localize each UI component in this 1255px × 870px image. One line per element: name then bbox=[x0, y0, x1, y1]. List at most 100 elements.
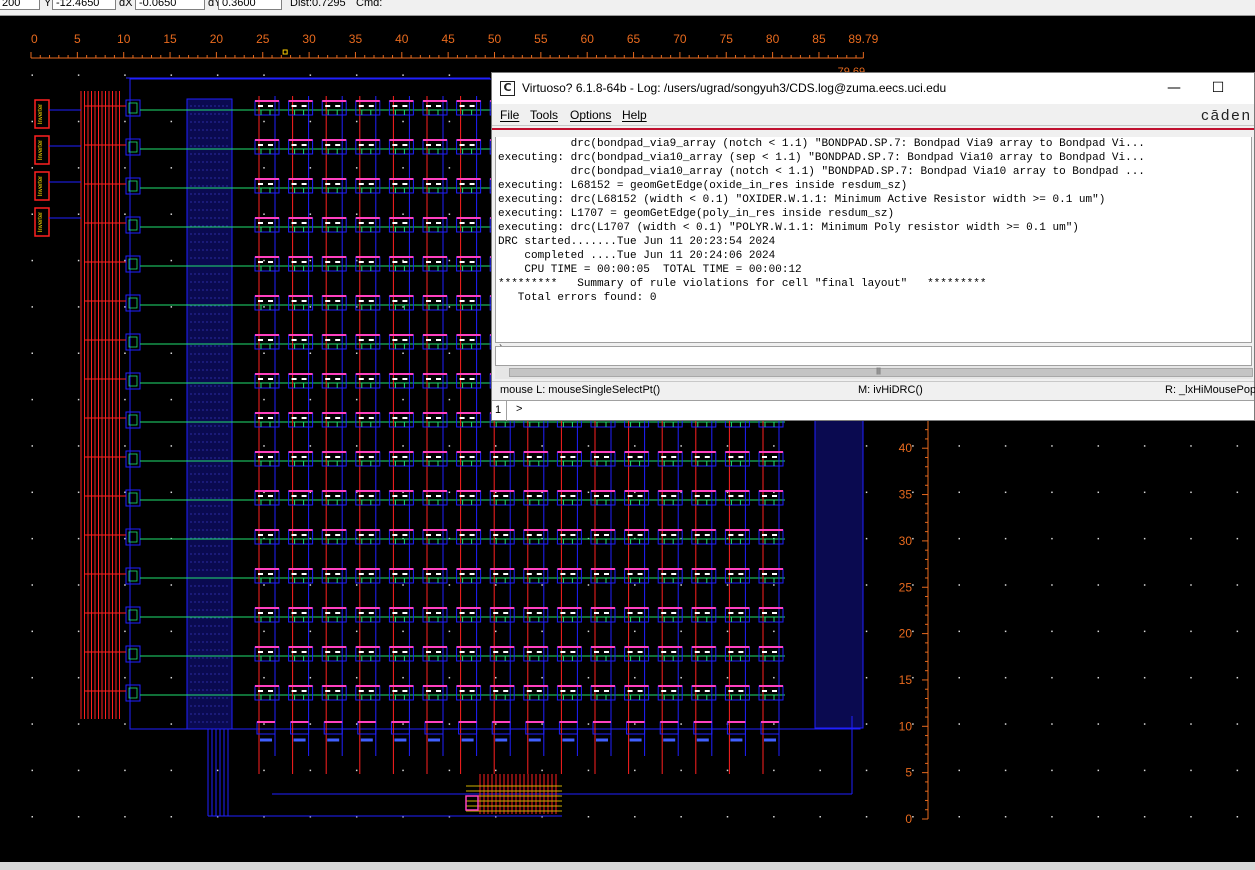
cell-contact bbox=[560, 534, 566, 536]
cell-contact bbox=[436, 261, 441, 263]
menu-file[interactable]: File bbox=[500, 108, 519, 122]
dx-label: dX bbox=[119, 0, 133, 9]
grid-dot bbox=[1051, 816, 1053, 818]
grid-dot bbox=[77, 491, 80, 494]
cell-contact bbox=[594, 534, 599, 536]
grid-dot bbox=[31, 259, 33, 262]
cell-contact bbox=[258, 183, 263, 185]
cell-contact bbox=[358, 183, 364, 185]
grid-dot bbox=[773, 630, 775, 633]
row-driver bbox=[125, 489, 141, 507]
maximize-button[interactable]: ☐ bbox=[1196, 73, 1240, 104]
log-output[interactable]: drc(bondpad_via9_array (notch < 1.1) "BO… bbox=[495, 137, 1252, 343]
log-line: Total errors found: 0 bbox=[498, 292, 657, 304]
row-driver bbox=[125, 255, 141, 273]
command-line[interactable]: 1 > bbox=[492, 400, 1254, 421]
grid-dot bbox=[402, 398, 404, 401]
cell-contact bbox=[291, 495, 297, 497]
grid-dot bbox=[309, 259, 312, 262]
cell-contact bbox=[459, 651, 465, 653]
cell-contact bbox=[459, 144, 465, 146]
cell-contact bbox=[436, 495, 441, 497]
cell-contact bbox=[268, 651, 273, 653]
menu-options[interactable]: Options bbox=[570, 108, 611, 122]
dy-field[interactable]: 0.3600 bbox=[218, 0, 282, 10]
ruler-y-label: 25 bbox=[899, 580, 913, 594]
cell-contact bbox=[459, 690, 465, 692]
cell-contact bbox=[358, 261, 364, 263]
cell-contact bbox=[738, 495, 744, 497]
cell-contact bbox=[358, 495, 364, 497]
log-line: DRC started.......Tue Jun 11 20:23:54 20… bbox=[498, 236, 776, 248]
grid-dot bbox=[355, 167, 358, 169]
minimize-button[interactable]: — bbox=[1152, 73, 1196, 104]
cell-contact bbox=[459, 573, 465, 575]
cell-contact bbox=[704, 495, 710, 497]
grid-dot bbox=[77, 213, 80, 215]
grid-dot bbox=[958, 630, 960, 633]
cell-contact bbox=[258, 456, 263, 458]
cell-contact bbox=[402, 261, 408, 263]
cell-contact bbox=[368, 183, 374, 185]
scrollbar-grip: ||||| bbox=[876, 368, 881, 375]
cell-contact bbox=[368, 690, 374, 692]
grid-dot bbox=[309, 676, 312, 679]
grid-dot bbox=[170, 74, 173, 76]
row-driver bbox=[125, 606, 141, 624]
scrollbar-thumb[interactable]: ||||| bbox=[509, 368, 1253, 377]
cell-contact bbox=[258, 690, 263, 692]
grid-dot bbox=[263, 676, 265, 679]
cell-contact bbox=[459, 300, 465, 302]
cell-contact bbox=[637, 573, 643, 575]
grid-dot bbox=[495, 769, 497, 772]
grid-dot bbox=[819, 816, 821, 818]
grid-dot bbox=[309, 630, 312, 633]
cell-contact bbox=[526, 495, 532, 497]
grid-dot bbox=[309, 352, 312, 354]
cell-contact bbox=[335, 339, 341, 341]
cell-contact bbox=[301, 261, 307, 263]
log-window-titlebar[interactable]: C Virtuoso? 6.1.8-64b - Log: /users/ugra… bbox=[492, 73, 1254, 104]
cell-contact bbox=[402, 495, 408, 497]
cell-contact bbox=[694, 690, 700, 692]
grid-dot bbox=[31, 167, 33, 169]
row-driver bbox=[125, 567, 141, 585]
cell-contact bbox=[426, 144, 431, 146]
grid-dot bbox=[634, 816, 636, 818]
cell-contact bbox=[392, 651, 398, 653]
log-line: drc(bondpad_via10_array (notch < 1.1) "B… bbox=[498, 166, 1145, 178]
cell-contact bbox=[503, 495, 509, 497]
grid-dot bbox=[31, 352, 33, 354]
cell-contact bbox=[392, 105, 398, 107]
cell-contact bbox=[392, 144, 398, 146]
grid-dot bbox=[31, 306, 33, 308]
cell-contact bbox=[661, 534, 667, 536]
grid-dot bbox=[634, 584, 636, 586]
cell-contact bbox=[258, 261, 263, 263]
grid-dot bbox=[1097, 445, 1100, 447]
dx-field[interactable]: -0.0650 bbox=[135, 0, 205, 10]
grid-dot bbox=[77, 445, 80, 447]
cell-contact bbox=[402, 690, 408, 692]
menu-tools[interactable]: Tools bbox=[530, 108, 558, 122]
cell-contact bbox=[301, 183, 307, 185]
cell-contact bbox=[335, 690, 341, 692]
y-coordinate-value: -12.4650 bbox=[56, 0, 100, 9]
grid-dot bbox=[1051, 491, 1053, 494]
command-input-area[interactable]: ` bbox=[495, 344, 1252, 366]
horizontal-scrollbar[interactable]: ||||| bbox=[495, 366, 1253, 379]
y-coordinate-field[interactable]: -12.4650 bbox=[52, 0, 116, 10]
cell-contact bbox=[426, 183, 431, 185]
cell-contact bbox=[402, 573, 408, 575]
cell-contact bbox=[325, 105, 331, 107]
grid-dot bbox=[263, 74, 265, 76]
cell-contact bbox=[738, 573, 744, 575]
cell-contact bbox=[436, 339, 441, 341]
x-coordinate-field[interactable]: 200 bbox=[0, 0, 40, 10]
menu-help[interactable]: Help bbox=[622, 108, 647, 122]
grid-dot bbox=[1236, 537, 1239, 540]
cell-contact bbox=[459, 261, 465, 263]
cell-contact bbox=[526, 690, 532, 692]
cell-contact bbox=[301, 651, 307, 653]
grid-dot bbox=[541, 769, 543, 772]
